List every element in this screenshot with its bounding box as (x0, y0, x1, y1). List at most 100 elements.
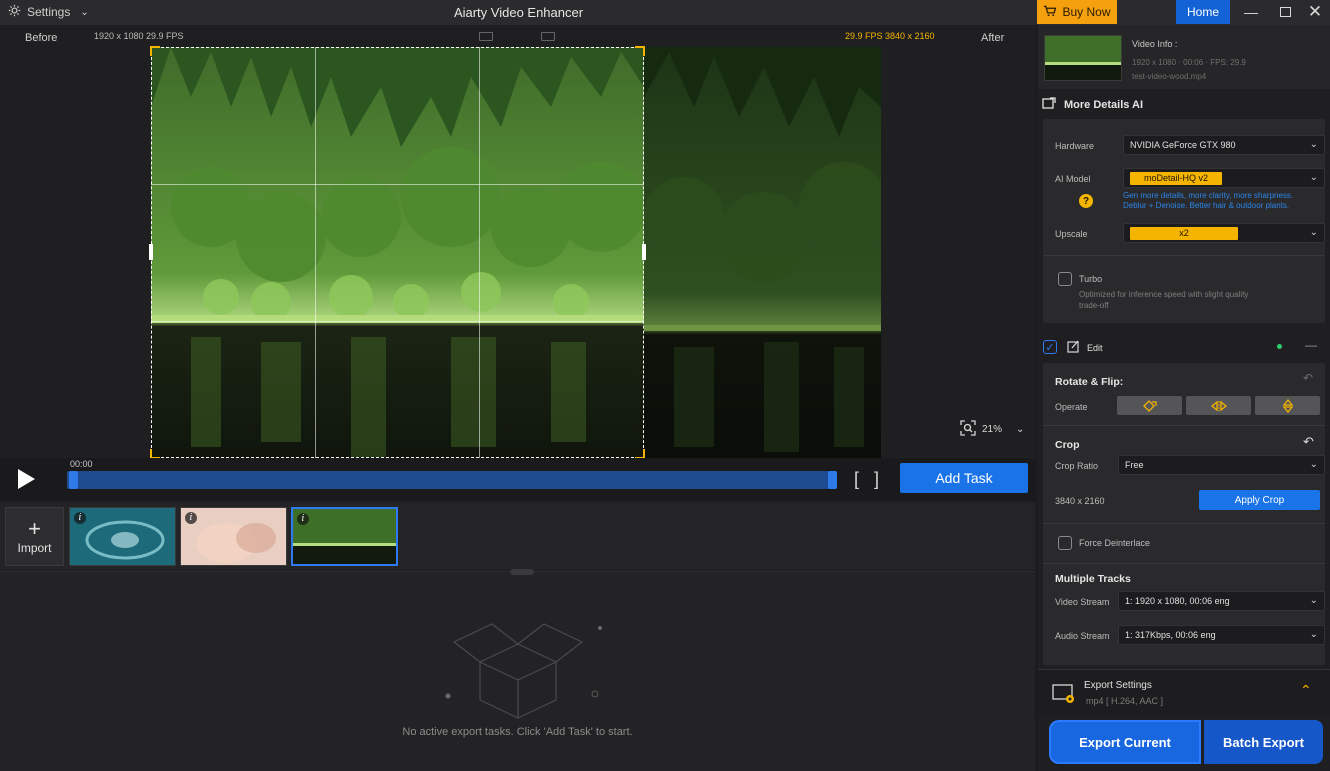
chevron-down-icon: ⌄ (1309, 227, 1318, 238)
info-icon[interactable]: i (297, 513, 309, 525)
crop-handle-top-left[interactable] (150, 46, 160, 56)
empty-box-icon (445, 623, 602, 719)
chevron-down-icon: ⌄ (1309, 139, 1318, 150)
zoom-level: 21% (982, 424, 1003, 435)
ai-model-label: AI Model (1055, 174, 1091, 184)
chevron-down-icon: ⌄ (1309, 629, 1318, 640)
export-current-button[interactable]: Export Current (1049, 720, 1201, 764)
video-list: + Import i i i (0, 502, 1035, 570)
divider (1043, 255, 1325, 256)
zoom-control[interactable]: 21% ⌄ (960, 420, 1024, 439)
edit-title: Edit (1087, 343, 1103, 353)
undo-crop-icon[interactable]: ↶ (1303, 434, 1314, 450)
ai-model-select[interactable]: moDetail-HQ v2 ⌄ (1123, 168, 1325, 188)
empty-tasks-message: No active export tasks. Click 'Add Task'… (402, 726, 633, 738)
crop-handle-left[interactable] (149, 244, 153, 260)
mark-in-button[interactable]: [ (854, 469, 859, 490)
video-info-thumbnail (1044, 35, 1122, 81)
divider (1043, 563, 1325, 564)
video-stream-label: Video Stream (1055, 597, 1110, 607)
rotate-icon (1142, 399, 1157, 412)
flip-horizontal-icon (1210, 400, 1227, 411)
title-bar: Settings ⌄ Aiarty Video Enhancer (0, 0, 1037, 25)
home-button[interactable]: Home (1176, 0, 1230, 24)
side-by-side-toggle[interactable] (541, 32, 555, 41)
edit-icon (1067, 340, 1080, 358)
apply-crop-button[interactable]: Apply Crop (1199, 490, 1320, 510)
play-icon (18, 469, 35, 489)
trim-start-handle[interactable] (69, 471, 78, 489)
info-icon[interactable]: i (74, 512, 86, 524)
ai-section-title: More Details AI (1064, 98, 1144, 111)
zoom-fit-icon (960, 420, 976, 439)
crop-handle-bottom-right[interactable] (635, 449, 645, 458)
flip-horizontal-button[interactable] (1186, 396, 1251, 415)
mark-out-button[interactable]: ] (874, 469, 879, 490)
turbo-label: Turbo (1079, 274, 1103, 284)
chevron-down-icon: ⌄ (1309, 172, 1318, 183)
cart-icon (1043, 5, 1057, 20)
buy-now-button[interactable]: Buy Now (1037, 0, 1117, 24)
chevron-down-icon: ⌄ (1016, 424, 1025, 435)
info-icon[interactable]: i (185, 512, 197, 524)
settings-panel: Video Info : 1920 x 1080 · 00:06 · FPS: … (1038, 25, 1330, 771)
upscale-value: x2 (1130, 226, 1238, 240)
enhance-icon (1042, 97, 1056, 112)
minimize-button[interactable]: — (1241, 3, 1261, 21)
close-button[interactable]: ✕ (1305, 2, 1325, 21)
import-label: Import (17, 540, 52, 555)
crop-handle-top-right[interactable] (635, 46, 645, 56)
multiple-tracks-title: Multiple Tracks (1055, 573, 1131, 585)
flip-vertical-icon (1282, 398, 1293, 413)
video-thumbnail[interactable]: i (180, 507, 287, 566)
play-button[interactable] (15, 468, 37, 495)
batch-export-button[interactable]: Batch Export (1204, 720, 1323, 764)
video-thumbnail-selected[interactable]: i (291, 507, 398, 566)
split-view-toggle[interactable] (479, 32, 493, 41)
timeline-track[interactable] (67, 471, 837, 489)
edit-enable-checkbox[interactable]: ✓ (1043, 340, 1057, 354)
audio-stream-select[interactable]: 1: 317Kbps, 00:06 eng ⌄ (1118, 625, 1325, 645)
crop-handle-right[interactable] (642, 244, 646, 260)
add-task-button[interactable]: Add Task (900, 463, 1028, 493)
turbo-description-1: Optimized for inference speed with sligh… (1079, 290, 1249, 299)
expand-up-icon[interactable]: ⌃ (1300, 682, 1312, 699)
edit-card: Rotate & Flip: ↶ Operate Crop ↶ Crop Rat… (1043, 363, 1325, 665)
before-resolution: 1920 x 1080 29.9 FPS (94, 31, 184, 41)
collapse-button[interactable]: — (1305, 338, 1317, 352)
plus-icon: + (28, 515, 41, 541)
help-icon[interactable]: ? (1079, 194, 1093, 208)
crop-handle-bottom-left[interactable] (150, 449, 160, 458)
after-resolution: 29.9 FPS 3840 x 2160 (845, 31, 935, 41)
current-time: 00:00 (70, 459, 93, 469)
after-image (644, 47, 881, 458)
force-deinterlace-label: Force Deinterlace (1079, 538, 1151, 548)
export-settings[interactable]: Export Settings mp4 [ H.264, AAC ] ⌃ (1038, 669, 1330, 717)
video-stream-select[interactable]: 1: 1920 x 1080, 00:06 eng ⌄ (1118, 591, 1325, 611)
chevron-down-icon: ⌄ (1309, 595, 1318, 606)
app-window: Settings ⌄ Aiarty Video Enhancer Buy Now… (0, 0, 1330, 771)
export-settings-icon (1052, 684, 1076, 709)
video-stream-value: 1: 1920 x 1080, 00:06 eng (1125, 596, 1230, 606)
flip-vertical-button[interactable] (1255, 396, 1320, 415)
video-thumbnail[interactable]: i (69, 507, 176, 566)
undo-rotate-icon[interactable]: ↶ (1303, 371, 1313, 385)
crop-ratio-value: Free (1125, 460, 1144, 470)
rotate-button[interactable] (1117, 396, 1182, 415)
ai-model-value: moDetail-HQ v2 (1130, 171, 1222, 185)
video-info-details: 1920 x 1080 · 00:06 · FPS: 29.9 (1132, 58, 1246, 67)
force-deinterlace-checkbox[interactable] (1058, 536, 1072, 550)
turbo-checkbox[interactable] (1058, 272, 1072, 286)
import-button[interactable]: + Import (5, 507, 64, 566)
crop-ratio-select[interactable]: Free ⌄ (1118, 455, 1325, 475)
chevron-down-icon: ⌄ (1309, 459, 1318, 470)
app-title: Aiarty Video Enhancer (453, 5, 584, 20)
maximize-button[interactable] (1275, 3, 1295, 21)
trim-end-handle[interactable] (828, 471, 837, 489)
resize-handle[interactable] (510, 569, 534, 575)
hardware-select[interactable]: NVIDIA GeForce GTX 980 ⌄ (1123, 135, 1325, 155)
task-area: No active export tasks. Click 'Add Task'… (0, 569, 1035, 771)
crop-frame[interactable] (149, 46, 646, 458)
upscale-select[interactable]: x2 ⌄ (1123, 223, 1325, 243)
turbo-description-2: trade-off (1079, 301, 1109, 310)
